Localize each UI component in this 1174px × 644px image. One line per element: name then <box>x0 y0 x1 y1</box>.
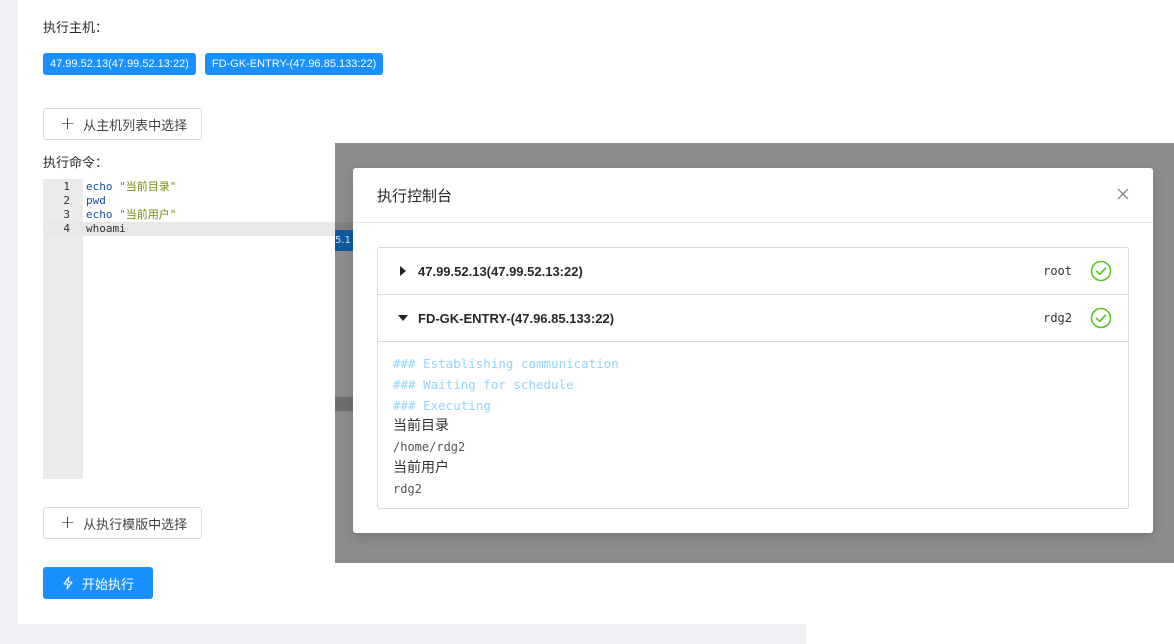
page-footer-strip <box>0 624 806 644</box>
layout-gutter <box>0 0 18 644</box>
line-number: 4 <box>63 222 70 235</box>
caret-down-icon <box>398 315 408 321</box>
host-tag-list: 47.99.52.13(47.99.52.13:22) FD-GK-ENTRY-… <box>43 53 384 75</box>
host-result-title: FD-GK-ENTRY-(47.96.85.133:22) <box>418 310 615 326</box>
select-from-host-list-button[interactable]: + 从主机列表中选择 <box>43 108 203 140</box>
host-result-user: root <box>1043 264 1072 278</box>
masked-host-tag: 5.1 <box>335 230 353 251</box>
modal-title: 执行控制台 <box>377 186 453 205</box>
code-text: whoami <box>86 222 126 235</box>
plus-icon: + <box>60 512 76 533</box>
code-line: 2 pwd <box>43 194 353 208</box>
plus-icon: + <box>60 113 76 134</box>
line-number: 3 <box>63 208 70 221</box>
output-line: 当前目录 <box>393 418 449 434</box>
modal-header: 执行控制台 <box>353 168 1153 223</box>
code-line: 1 echo "当前目录" <box>43 180 353 194</box>
lightning-icon <box>63 576 73 590</box>
host-result-header[interactable]: 47.99.52.13(47.99.52.13:22) root <box>378 248 1128 295</box>
code-text: echo "当前目录" <box>86 180 177 193</box>
masked-editor-line <box>335 397 353 411</box>
check-circle-icon <box>1090 260 1112 282</box>
host-tag[interactable]: FD-GK-ENTRY-(47.96.85.133:22) <box>204 53 384 75</box>
command-editor[interactable]: 1 echo "当前目录" 2 pwd 3 echo "当前用户" 4 whoami <box>43 179 353 479</box>
execution-console-modal: 执行控制台 47.99.52.13(47.99.52.13:22) root F… <box>353 168 1153 533</box>
start-execution-button[interactable]: 开始执行 <box>43 567 153 599</box>
hosts-label: 执行主机： <box>43 21 109 36</box>
host-result-title: 47.99.52.13(47.99.52.13:22) <box>418 263 583 279</box>
host-result-user: rdg2 <box>1043 311 1072 325</box>
close-icon[interactable] <box>1115 186 1131 202</box>
output-line: ### Waiting for schedule <box>393 377 574 392</box>
code-text: echo "当前用户" <box>86 208 177 221</box>
caret-right-icon <box>400 266 406 276</box>
select-from-template-button[interactable]: + 从执行模版中选择 <box>43 507 203 539</box>
output-line: /home/rdg2 <box>393 440 466 454</box>
output-line: rdg2 <box>393 482 422 496</box>
code-line: 4 whoami <box>43 222 353 236</box>
output-line: 当前用户 <box>393 460 449 476</box>
command-label: 执行命令： <box>43 156 109 171</box>
select-from-host-list-label: 从主机列表中选择 <box>83 118 188 134</box>
host-result-collapse: 47.99.52.13(47.99.52.13:22) root FD-GK-E… <box>377 247 1129 509</box>
output-line: ### Executing <box>393 398 491 413</box>
line-number: 1 <box>63 180 70 193</box>
start-execution-label: 开始执行 <box>81 577 134 593</box>
line-number: 2 <box>63 194 70 207</box>
host-tag[interactable]: 47.99.52.13(47.99.52.13:22) <box>43 53 196 75</box>
execution-output: ### Establishing communication ### Waitin… <box>393 353 1113 500</box>
code-line: 3 echo "当前用户" <box>43 208 353 222</box>
output-line: ### Establishing communication <box>393 356 619 371</box>
host-result-header[interactable]: FD-GK-ENTRY-(47.96.85.133:22) rdg2 <box>378 295 1128 342</box>
code-text: pwd <box>86 194 106 207</box>
check-circle-icon <box>1090 307 1112 329</box>
select-from-template-label: 从执行模版中选择 <box>83 517 188 533</box>
